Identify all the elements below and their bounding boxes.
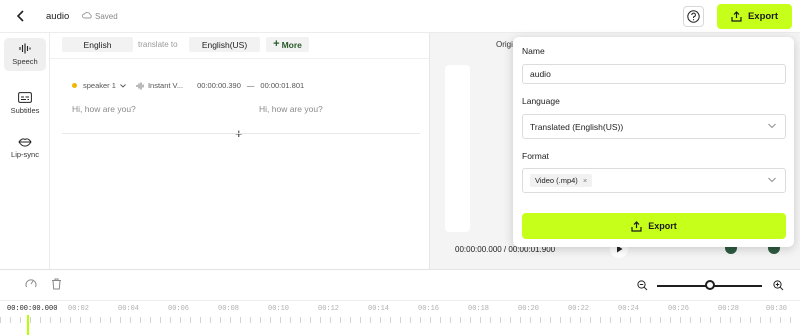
target-language-select[interactable]: English(US) <box>189 37 260 52</box>
speed-gauge-icon[interactable] <box>25 278 37 292</box>
upload-icon <box>631 220 642 232</box>
speaker-dot-icon <box>72 83 77 88</box>
tick-label: 00:28 <box>718 305 740 313</box>
plus-icon: + <box>273 38 280 50</box>
tick-label: 00:00:00.000 <box>7 305 58 313</box>
back-arrow-icon[interactable] <box>14 9 28 23</box>
upload-icon <box>731 11 742 22</box>
rail-item-subtitles[interactable]: Subtitles <box>4 92 46 115</box>
chevron-down-icon <box>768 177 776 184</box>
format-select[interactable]: Video (.mp4) × <box>522 168 786 193</box>
export-popover: Name audio Language Translated (English(… <box>513 37 794 247</box>
toolbar-divider <box>50 58 429 59</box>
voice-label: Instant V... <box>147 81 184 90</box>
rail-item-lip-sync[interactable]: Lip-sync <box>4 137 46 159</box>
segment-divider <box>62 133 420 134</box>
playhead[interactable] <box>27 315 29 335</box>
help-icon <box>687 10 700 23</box>
remove-chip-icon[interactable]: × <box>583 176 587 185</box>
panel-divider <box>429 33 430 269</box>
export-confirm-label: Export <box>648 221 677 231</box>
language-label: Language <box>522 96 560 106</box>
tick-label: 00:06 <box>168 305 190 313</box>
language-select[interactable]: Translated (English(US)) <box>522 114 786 139</box>
rail-item-speech[interactable]: Speech <box>4 38 46 71</box>
segment-meta: speaker 1 Instant V... 00:00:00.390 — 00… <box>72 81 304 90</box>
rail-item-label: Lip-sync <box>11 150 39 159</box>
translate-to-label: translate to <box>138 40 178 49</box>
tick-label: 00:08 <box>218 305 240 313</box>
subtitles-icon <box>18 92 32 103</box>
tick-label: 00:20 <box>518 305 540 313</box>
format-chip: Video (.mp4) × <box>530 174 593 187</box>
preview-tab-original[interactable]: Origi <box>496 40 513 49</box>
rail-item-label: Speech <box>12 57 38 66</box>
waveform-icon <box>19 43 31 54</box>
zoom-slider-handle[interactable] <box>704 280 715 290</box>
tick-label: 00:22 <box>568 305 590 313</box>
segment-end-time[interactable]: 00:00:01.801 <box>260 81 304 90</box>
more-button-label: More <box>281 39 302 50</box>
tick-label: 00:30 <box>766 305 788 313</box>
export-confirm-button[interactable]: Export <box>522 213 786 239</box>
tick-label: 00:10 <box>268 305 290 313</box>
left-rail: Speech Subtitles Lip-sync <box>0 33 50 269</box>
segment-start-time[interactable]: 00:00:00.390 <box>197 81 241 90</box>
help-button[interactable] <box>683 6 704 27</box>
translated-text[interactable]: Hi, how are you? <box>259 104 323 114</box>
cloud-icon <box>82 11 92 21</box>
zoom-out-icon[interactable] <box>637 280 648 293</box>
project-title[interactable]: audio <box>46 11 69 22</box>
ruler-ticks <box>0 317 800 323</box>
chevron-down-icon <box>120 83 126 88</box>
export-button-label: Export <box>747 11 779 22</box>
tick-label: 00:16 <box>418 305 440 313</box>
voice-select[interactable]: Instant V... <box>136 81 183 90</box>
saved-label: Saved <box>95 11 118 21</box>
video-preview <box>445 65 470 232</box>
saved-status: Saved <box>82 11 118 21</box>
name-label: Name <box>522 46 545 56</box>
speaker-label: speaker 1 <box>83 81 116 90</box>
voice-waveform-icon <box>136 82 144 89</box>
rail-item-label: Subtitles <box>10 106 40 115</box>
tick-label: 00:14 <box>368 305 390 313</box>
language-select-value: Translated (English(US)) <box>530 121 624 132</box>
more-button[interactable]: + More <box>266 37 309 52</box>
tick-label: 00:26 <box>668 305 690 313</box>
timeline-divider <box>0 269 800 270</box>
lips-icon <box>18 138 32 147</box>
tick-label: 00:02 <box>68 305 90 313</box>
zoom-in-icon[interactable] <box>773 280 784 293</box>
original-text[interactable]: Hi, how are you? <box>72 104 136 114</box>
top-bar <box>0 0 800 33</box>
tick-label: 00:04 <box>118 305 140 313</box>
delete-icon[interactable] <box>51 278 62 293</box>
tick-label: 00:12 <box>318 305 340 313</box>
name-input-value: audio <box>530 69 551 79</box>
chevron-down-icon <box>768 123 776 130</box>
tick-label: 00:18 <box>468 305 490 313</box>
name-input[interactable]: audio <box>522 64 786 84</box>
time-separator: — <box>246 81 255 90</box>
timeline-ruler[interactable]: 00:00:00.000 00:02 00:04 00:06 00:08 00:… <box>0 300 800 335</box>
source-language-select[interactable]: English <box>62 37 133 52</box>
export-button[interactable]: Export <box>717 4 792 29</box>
speaker-select[interactable]: speaker 1 <box>83 81 126 90</box>
format-chip-label: Video (.mp4) <box>535 176 578 185</box>
tick-label: 00:24 <box>618 305 640 313</box>
format-label: Format <box>522 151 549 161</box>
